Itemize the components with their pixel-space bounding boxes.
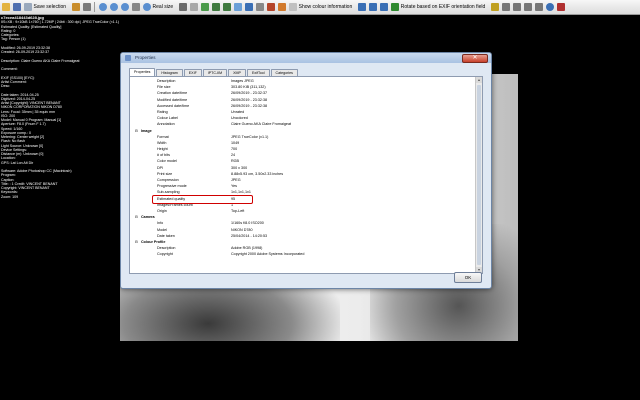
rotate-exif-button[interactable]: Rotate based on EXIF orientation field xyxy=(389,3,485,11)
crop-icon xyxy=(23,3,32,11)
zoom-lock-icon[interactable] xyxy=(178,3,187,11)
properties-scrollbar[interactable]: ▴ ▾ xyxy=(475,77,482,273)
rotate-exif-icon xyxy=(390,3,399,11)
scroll-thumb[interactable] xyxy=(477,85,481,265)
rotate-right-icon[interactable] xyxy=(222,3,231,11)
zoom-out-icon[interactable] xyxy=(109,3,118,11)
first-icon[interactable] xyxy=(379,3,388,11)
fullscreen-icon[interactable] xyxy=(131,3,140,11)
main-toolbar: Save selection Real size Show colour inf… xyxy=(0,0,640,15)
save-icon[interactable] xyxy=(12,3,21,11)
info-line: Zoom: 109 xyxy=(1,194,19,199)
info-line: IIS=XB : 9×10kB 1×760 | 1.72MP | 24bit :… xyxy=(1,20,119,25)
colour-picker-icon xyxy=(288,3,297,11)
properties-grid: Description Images JPEG File size 303.80 Ki… xyxy=(131,78,474,272)
exit-icon[interactable] xyxy=(556,3,565,11)
image-info-overlay: c7ecea418443d628.jpg IIS=XB : 9×10kB 1×7… xyxy=(1,16,119,398)
histogram-icon[interactable] xyxy=(266,3,275,11)
rotate-left-icon[interactable] xyxy=(211,3,220,11)
close-button[interactable]: ✕ xyxy=(462,54,488,63)
bookmark-icon[interactable] xyxy=(490,3,499,11)
properties-panel: Description Images JPEG File size 303.80 Ki… xyxy=(129,76,483,274)
property-key: Copyright xyxy=(157,252,173,257)
zoom-in-icon[interactable] xyxy=(98,3,107,11)
filmstrip-icon[interactable] xyxy=(512,3,521,11)
property-value: Copyright 2000 Adobe Systems Incorporate… xyxy=(231,252,305,257)
info-lines: IIS=XB : 9×10kB 1×760 | 1.72MP | 24bit :… xyxy=(1,20,119,199)
image-icon[interactable] xyxy=(233,3,242,11)
show-colour-information-button[interactable]: Show colour information xyxy=(287,3,352,11)
save-selection-button[interactable]: Save selection xyxy=(22,3,66,11)
next-icon[interactable] xyxy=(368,3,377,11)
scroll-up-icon[interactable]: ▴ xyxy=(476,77,482,83)
real-size-button[interactable]: Real size xyxy=(141,3,173,11)
fit-window-icon[interactable] xyxy=(501,3,510,11)
info-icon[interactable] xyxy=(244,3,253,11)
ok-button[interactable]: OK xyxy=(454,272,482,283)
property-row[interactable]: Copyright Copyright 2000 Adobe Systems In… xyxy=(131,251,474,257)
app-icon xyxy=(125,55,131,61)
palette-icon[interactable] xyxy=(277,3,286,11)
flip-icon[interactable] xyxy=(189,3,198,11)
fit-icon[interactable] xyxy=(120,3,129,11)
dialog-tabs: Properties Histogram EXIF IPTC-IIM XMP ExifTo… xyxy=(129,68,299,77)
print-icon[interactable] xyxy=(255,3,264,11)
dialog-titlebar[interactable]: Properties ✕ xyxy=(121,53,491,63)
real-size-icon xyxy=(142,3,151,11)
prev-icon[interactable] xyxy=(357,3,366,11)
edit-icon[interactable] xyxy=(71,3,80,11)
properties-dialog: Properties ✕ Properties Histogram EXIF IPTC… xyxy=(120,52,492,289)
lock-icon[interactable] xyxy=(534,3,543,11)
folder-icon[interactable] xyxy=(1,3,10,11)
toolbar-divider xyxy=(94,2,96,12)
grid-icon[interactable] xyxy=(200,3,209,11)
dialog-title: Properties xyxy=(135,55,156,60)
settings-icon[interactable] xyxy=(82,3,91,11)
help-icon[interactable] xyxy=(545,3,554,11)
slideshow-icon[interactable] xyxy=(523,3,532,11)
